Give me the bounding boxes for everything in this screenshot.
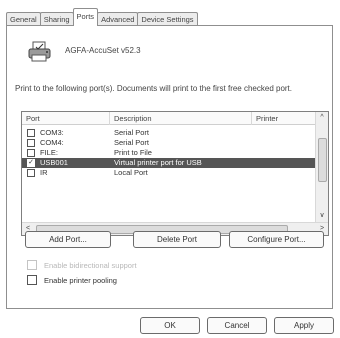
port-name: USB001: [40, 158, 68, 167]
port-description: Serial Port: [114, 128, 150, 137]
delete-port-button[interactable]: Delete Port: [133, 231, 221, 248]
list-header: Port Description Printer: [22, 112, 316, 125]
printer-icon: [28, 41, 51, 62]
port-checkbox[interactable]: ✓: [27, 159, 35, 167]
cancel-button[interactable]: Cancel: [207, 317, 267, 334]
column-description[interactable]: Description: [110, 112, 252, 125]
port-name: COM3:: [40, 128, 64, 137]
port-row[interactable]: COM4: Serial Port: [22, 138, 316, 148]
port-description: Print to File: [114, 148, 152, 157]
port-list[interactable]: Port Description Printer COM3: Serial Por…: [21, 111, 329, 236]
port-name: FILE:: [40, 148, 58, 157]
bidirectional-checkbox[interactable]: [27, 260, 37, 270]
port-description: Serial Port: [114, 138, 150, 147]
port-row[interactable]: COM3: Serial Port: [22, 128, 316, 138]
bidirectional-label: Enable bidirectional support: [44, 261, 137, 270]
port-checkbox[interactable]: [27, 169, 35, 177]
vertical-scrollbar[interactable]: ^ ∨: [315, 112, 328, 222]
ports-panel: AGFA-AccuSet v52.3 Print to the followin…: [6, 25, 333, 309]
port-row[interactable]: FILE: Print to File: [22, 148, 316, 158]
port-description: Local Port: [114, 168, 148, 177]
chevron-down-icon[interactable]: ∨: [316, 210, 328, 222]
apply-button[interactable]: Apply: [274, 317, 334, 334]
tab-strip: General Sharing Ports Advanced Device Se…: [6, 6, 198, 26]
pooling-checkbox[interactable]: [27, 275, 37, 285]
tab-device-settings[interactable]: Device Settings: [137, 12, 198, 26]
configure-port-button[interactable]: Configure Port...: [229, 231, 324, 248]
chevron-up-icon[interactable]: ^: [316, 112, 328, 124]
add-port-button[interactable]: Add Port...: [25, 231, 111, 248]
port-name: COM4:: [40, 138, 64, 147]
column-printer[interactable]: Printer: [252, 112, 316, 125]
port-name: IR: [40, 168, 48, 177]
port-row[interactable]: IR Local Port: [22, 168, 316, 178]
ok-button[interactable]: OK: [140, 317, 200, 334]
port-checkbox[interactable]: [27, 129, 35, 137]
tab-ports[interactable]: Ports: [72, 8, 99, 26]
port-row[interactable]: ✓ USB001 Virtual printer port for USB: [22, 158, 316, 168]
tab-sharing[interactable]: Sharing: [39, 12, 74, 26]
port-description: Virtual printer port for USB: [114, 158, 202, 167]
tab-advanced[interactable]: Advanced: [97, 12, 139, 26]
port-instruction: Print to the following port(s). Document…: [15, 84, 293, 93]
vertical-scroll-thumb[interactable]: [318, 138, 327, 182]
printer-name: AGFA-AccuSet v52.3: [65, 46, 141, 55]
port-checkbox[interactable]: [27, 149, 35, 157]
port-checkbox[interactable]: [27, 139, 35, 147]
column-port[interactable]: Port: [22, 112, 110, 125]
tab-general[interactable]: General: [6, 12, 41, 26]
pooling-label: Enable printer pooling: [44, 276, 117, 285]
